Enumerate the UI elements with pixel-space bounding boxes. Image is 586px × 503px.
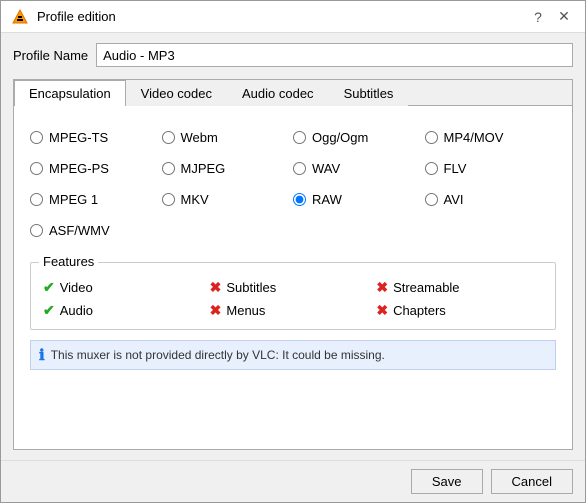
feature-audio-label: Audio <box>60 303 93 318</box>
title-bar-controls: ? ✕ <box>527 6 575 28</box>
feature-streamable-label: Streamable <box>393 280 459 295</box>
tab-encapsulation[interactable]: Encapsulation <box>14 80 126 106</box>
cross-icon: ✖ <box>210 279 222 296</box>
profile-name-label: Profile Name <box>13 48 88 63</box>
tab-audio-codec[interactable]: Audio codec <box>227 80 329 106</box>
vlc-icon <box>11 8 29 26</box>
save-button[interactable]: Save <box>411 469 483 494</box>
radio-mpeg1[interactable]: MPEG 1 <box>30 192 162 207</box>
radio-mjpeg[interactable]: MJPEG <box>162 161 294 176</box>
radio-mjpeg-label: MJPEG <box>181 161 226 176</box>
radio-mpeg-ps[interactable]: MPEG-PS <box>30 161 162 176</box>
radio-mkv-label: MKV <box>181 192 209 207</box>
feature-subtitles-label: Subtitles <box>226 280 276 295</box>
title-bar-left: Profile edition <box>11 8 116 26</box>
radio-wav-label: WAV <box>312 161 340 176</box>
tab-video-codec[interactable]: Video codec <box>126 80 227 106</box>
feature-streamable: ✖ Streamable <box>376 279 543 296</box>
feature-audio: ✔ Audio <box>43 302 210 319</box>
radio-mp4-mov-label: MP4/MOV <box>444 130 504 145</box>
dialog-content: Profile Name Encapsulation Video codec A… <box>1 33 585 460</box>
tab-subtitles[interactable]: Subtitles <box>329 80 409 106</box>
feature-video-label: Video <box>60 280 93 295</box>
radio-raw[interactable]: RAW <box>293 192 425 207</box>
radio-asf-wmv[interactable]: ASF/WMV <box>30 223 162 238</box>
tab-container: Encapsulation Video codec Audio codec Su… <box>13 79 573 450</box>
radio-wav[interactable]: WAV <box>293 161 425 176</box>
tab-bar: Encapsulation Video codec Audio codec Su… <box>14 80 572 106</box>
close-button[interactable]: ✕ <box>553 6 575 28</box>
dialog-footer: Save Cancel <box>1 460 585 502</box>
radio-mpeg-ps-label: MPEG-PS <box>49 161 109 176</box>
radio-flv[interactable]: FLV <box>425 161 557 176</box>
profile-name-input[interactable] <box>96 43 573 67</box>
title-bar: Profile edition ? ✕ <box>1 1 585 33</box>
features-grid: ✔ Video ✖ Subtitles ✖ Streamable ✔ <box>43 279 543 319</box>
dialog-title: Profile edition <box>37 9 116 24</box>
radio-webm-label: Webm <box>181 130 218 145</box>
encapsulation-tab-content: MPEG-TS Webm Ogg/Ogm MP4/MOV <box>14 106 572 449</box>
radio-mp4-mov[interactable]: MP4/MOV <box>425 130 557 145</box>
radio-raw-label: RAW <box>312 192 342 207</box>
cross-icon-menus: ✖ <box>210 302 222 319</box>
feature-video: ✔ Video <box>43 279 210 296</box>
radio-ogg-ogm[interactable]: Ogg/Ogm <box>293 130 425 145</box>
radio-flv-label: FLV <box>444 161 467 176</box>
check-icon: ✔ <box>43 279 55 296</box>
info-bar: ℹ This muxer is not provided directly by… <box>30 340 556 370</box>
radio-webm[interactable]: Webm <box>162 130 294 145</box>
info-message: This muxer is not provided directly by V… <box>51 348 385 362</box>
feature-menus-label: Menus <box>226 303 265 318</box>
radio-avi[interactable]: AVI <box>425 192 557 207</box>
profile-name-row: Profile Name <box>13 43 573 67</box>
check-icon-audio: ✔ <box>43 302 55 319</box>
encapsulation-radio-grid: MPEG-TS Webm Ogg/Ogm MP4/MOV <box>30 122 556 254</box>
info-icon: ℹ <box>39 346 45 364</box>
radio-mpeg-ts-label: MPEG-TS <box>49 130 108 145</box>
radio-mpeg1-label: MPEG 1 <box>49 192 98 207</box>
help-button[interactable]: ? <box>527 6 549 28</box>
radio-asf-wmv-label: ASF/WMV <box>49 223 110 238</box>
radio-mkv[interactable]: MKV <box>162 192 294 207</box>
features-box: Features ✔ Video ✖ Subtitles ✖ Streamabl <box>30 262 556 330</box>
radio-mpeg-ts[interactable]: MPEG-TS <box>30 130 162 145</box>
feature-menus: ✖ Menus <box>210 302 377 319</box>
radio-ogg-ogm-label: Ogg/Ogm <box>312 130 368 145</box>
radio-avi-label: AVI <box>444 192 464 207</box>
feature-chapters-label: Chapters <box>393 303 446 318</box>
cross-icon-streamable: ✖ <box>376 279 388 296</box>
cross-icon-chapters: ✖ <box>376 302 388 319</box>
feature-chapters: ✖ Chapters <box>376 302 543 319</box>
feature-subtitles: ✖ Subtitles <box>210 279 377 296</box>
cancel-button[interactable]: Cancel <box>491 469 573 494</box>
features-title: Features <box>39 254 98 269</box>
profile-edition-dialog: Profile edition ? ✕ Profile Name Encapsu… <box>0 0 586 503</box>
